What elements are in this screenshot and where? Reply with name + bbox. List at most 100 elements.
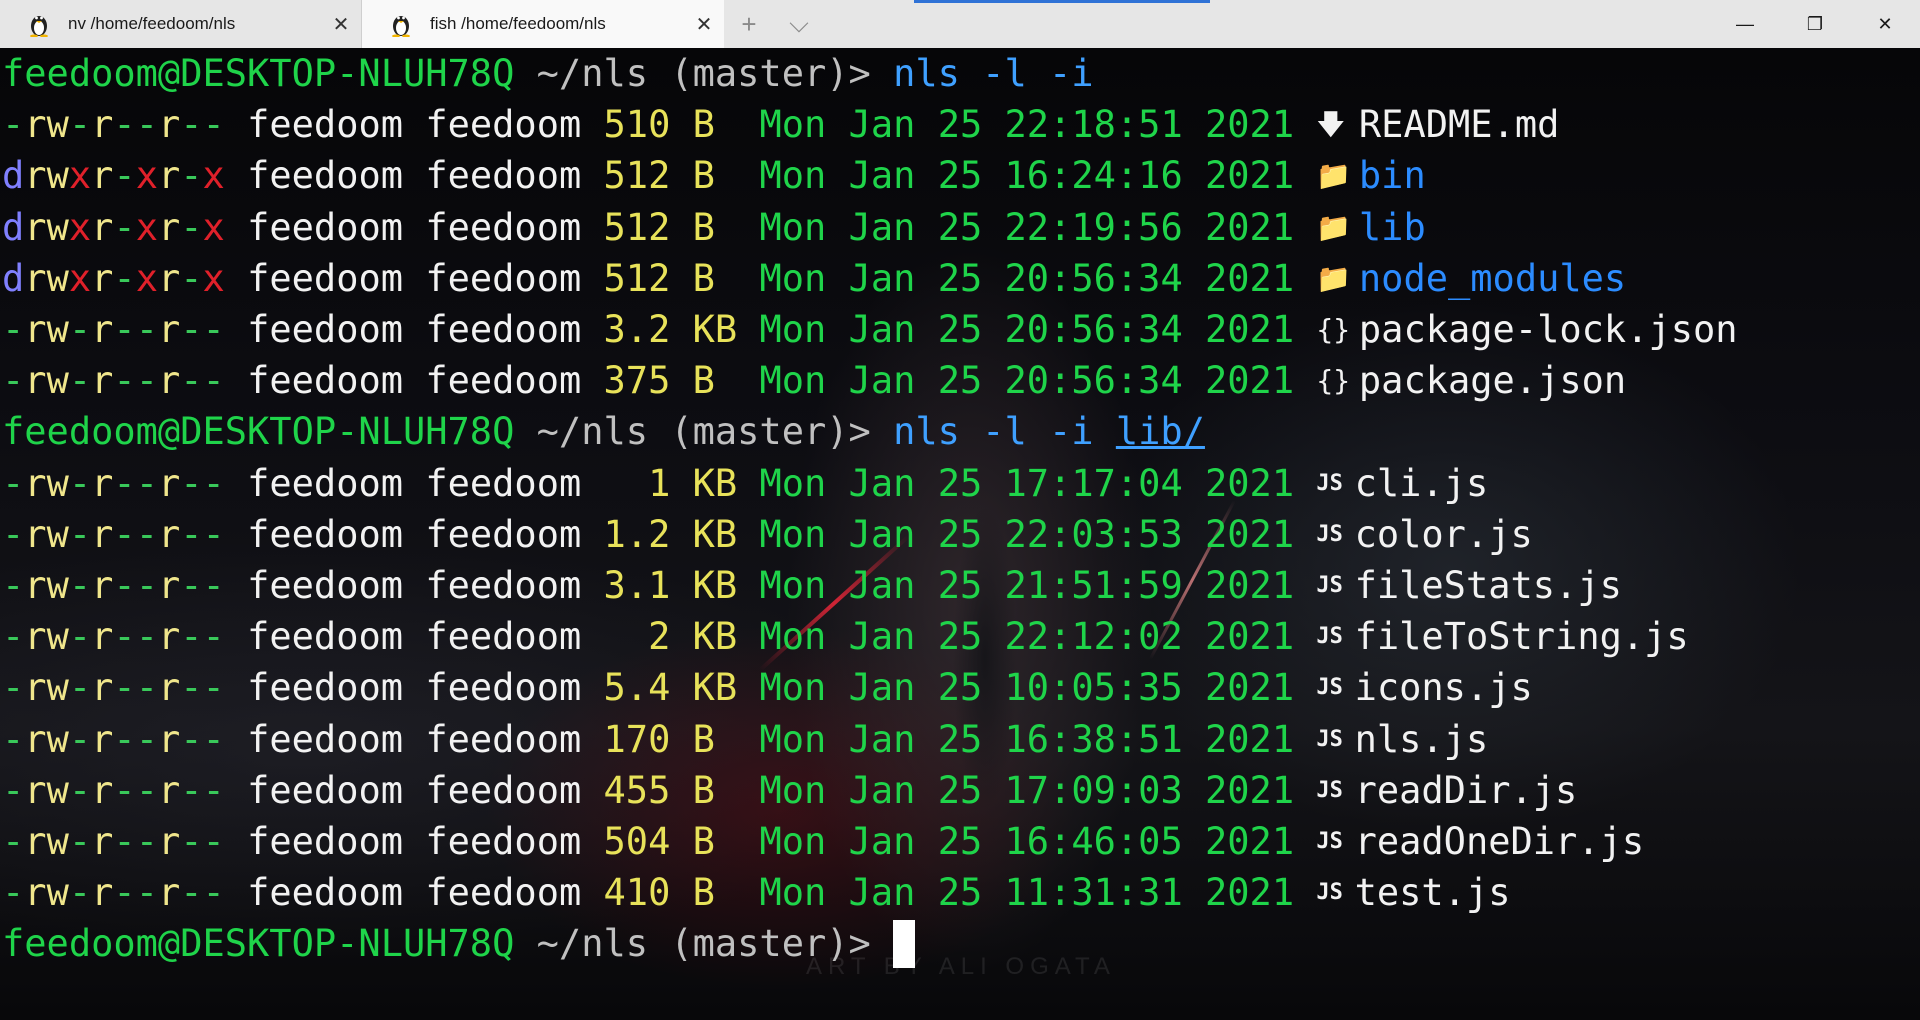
listing-row: -rw-r--r-- feedoom feedoom 3.1 KB Mon Ja… bbox=[2, 560, 1622, 611]
permissions: -rw-r--r-- bbox=[2, 103, 225, 147]
file-name: node_modules bbox=[1358, 256, 1627, 300]
modified-date: Mon Jan 25 21:51:59 2021 bbox=[759, 564, 1295, 607]
listing-row: -rw-r--r-- feedoom feedoom 1 KB Mon Jan … bbox=[2, 458, 1488, 509]
prompt-cwd: ~/nls bbox=[536, 52, 649, 95]
file-size: 1.2 bbox=[603, 512, 671, 556]
file-name: cli.js bbox=[1354, 461, 1489, 505]
close-window-button[interactable]: ✕ bbox=[1850, 0, 1920, 48]
permissions: drwxr-xr-x bbox=[2, 154, 225, 198]
close-tab-icon[interactable]: ✕ bbox=[684, 0, 724, 48]
file-name: lib bbox=[1358, 205, 1426, 249]
download-icon: 🡇 bbox=[1316, 108, 1346, 142]
modified-date: Mon Jan 25 20:56:34 2021 bbox=[759, 256, 1295, 300]
modified-date: Mon Jan 25 20:56:34 2021 bbox=[759, 308, 1295, 351]
size-unit: B bbox=[692, 359, 738, 403]
file-size: 512 bbox=[603, 256, 671, 300]
listing-row: -rw-r--r-- feedoom feedoom 410 B Mon Jan… bbox=[2, 867, 1511, 918]
group: feedoom bbox=[425, 666, 582, 710]
new-tab-button[interactable]: + bbox=[724, 0, 774, 48]
modified-date: Mon Jan 25 22:03:53 2021 bbox=[759, 512, 1295, 556]
permissions: -rw-r--r-- bbox=[2, 512, 225, 556]
permissions: -rw-r--r-- bbox=[2, 768, 225, 812]
file-name: fileStats.js bbox=[1354, 564, 1622, 607]
minimize-button[interactable]: — bbox=[1710, 0, 1780, 48]
size-unit: B bbox=[692, 768, 738, 812]
prompt-line: feedoom@DESKTOP-NLUH78Q ~/nls (master)> bbox=[2, 918, 916, 969]
size-unit: B bbox=[692, 871, 738, 915]
owner: feedoom bbox=[247, 359, 404, 403]
file-name: color.js bbox=[1354, 512, 1533, 556]
tab-fish[interactable]: fish /home/feedoom/nls ✕ bbox=[362, 0, 724, 48]
size-unit: B bbox=[692, 103, 738, 147]
file-name: bin bbox=[1358, 154, 1426, 198]
listing-row: -rw-r--r-- feedoom feedoom 2 KB Mon Jan … bbox=[2, 611, 1689, 662]
file-name: nls.js bbox=[1354, 717, 1489, 761]
file-size: 512 bbox=[603, 154, 671, 198]
chevron-down-icon[interactable]: ⌵ bbox=[774, 0, 824, 48]
size-unit: B bbox=[692, 205, 738, 249]
file-name: readOneDir.js bbox=[1354, 820, 1645, 863]
progress-strip bbox=[914, 0, 1210, 3]
tab-nv[interactable]: nv /home/feedoom/nls ✕ bbox=[0, 0, 362, 48]
group: feedoom bbox=[425, 205, 582, 249]
owner: feedoom bbox=[247, 820, 404, 863]
size-unit: KB bbox=[692, 308, 738, 351]
file-size: 5.4 bbox=[603, 666, 671, 710]
owner: feedoom bbox=[247, 154, 404, 198]
drag-region[interactable] bbox=[824, 0, 1710, 48]
group: feedoom bbox=[425, 512, 582, 556]
js-icon: JS bbox=[1316, 624, 1343, 650]
modified-date: Mon Jan 25 22:12:02 2021 bbox=[759, 615, 1295, 659]
file-size: 410 bbox=[603, 871, 671, 915]
prompt-cwd: ~/nls bbox=[536, 922, 649, 966]
group: feedoom bbox=[425, 461, 582, 505]
modified-date: Mon Jan 25 16:46:05 2021 bbox=[759, 820, 1295, 863]
listing-row: -rw-r--r-- feedoom feedoom 455 B Mon Jan… bbox=[2, 765, 1577, 816]
listing-row: -rw-r--r-- feedoom feedoom 1.2 KB Mon Ja… bbox=[2, 509, 1533, 560]
prompt-cwd: ~/nls bbox=[536, 410, 649, 454]
folder-icon: 📁 bbox=[1316, 210, 1352, 244]
size-unit: KB bbox=[692, 512, 738, 556]
permissions: drwxr-xr-x bbox=[2, 205, 225, 249]
command-text: nls -l -i bbox=[893, 52, 1094, 95]
js-icon: JS bbox=[1316, 880, 1343, 906]
owner: feedoom bbox=[247, 666, 404, 710]
terminal-window: nv /home/feedoom/nls ✕ fish /home/feedoo… bbox=[0, 0, 1920, 1020]
listing-row: -rw-r--r-- feedoom feedoom 3.2 KB Mon Ja… bbox=[2, 304, 1738, 355]
permissions: -rw-r--r-- bbox=[2, 615, 225, 659]
owner: feedoom bbox=[247, 717, 404, 761]
permissions: -rw-r--r-- bbox=[2, 871, 225, 915]
group: feedoom bbox=[425, 154, 582, 198]
close-tab-icon[interactable]: ✕ bbox=[321, 0, 361, 48]
terminal-output[interactable]: ART BY ALI OGATA feedoom@DESKTOP-NLUH78Q… bbox=[0, 48, 1920, 1020]
modified-date: Mon Jan 25 11:31:31 2021 bbox=[759, 871, 1295, 915]
file-size: 375 bbox=[603, 359, 671, 403]
title-bar: nv /home/feedoom/nls ✕ fish /home/feedoo… bbox=[0, 0, 1920, 48]
permissions: drwxr-xr-x bbox=[2, 256, 225, 300]
listing-row: -rw-r--r-- feedoom feedoom 504 B Mon Jan… bbox=[2, 816, 1644, 867]
command-arg: lib/ bbox=[1115, 410, 1205, 454]
owner: feedoom bbox=[247, 205, 404, 249]
file-size: 3.2 bbox=[603, 308, 671, 351]
text-cursor bbox=[893, 920, 916, 969]
maximize-button[interactable]: ❐ bbox=[1780, 0, 1850, 48]
group: feedoom bbox=[425, 359, 582, 403]
group: feedoom bbox=[425, 564, 582, 607]
listing-row: -rw-r--r-- feedoom feedoom 170 B Mon Jan… bbox=[2, 714, 1488, 765]
modified-date: Mon Jan 25 17:09:03 2021 bbox=[759, 768, 1295, 812]
prompt-user-host: feedoom@DESKTOP-NLUH78Q bbox=[2, 922, 515, 966]
js-icon: JS bbox=[1316, 573, 1343, 598]
permissions: -rw-r--r-- bbox=[2, 359, 225, 403]
size-unit: KB bbox=[692, 615, 738, 659]
linux-penguin-icon bbox=[30, 16, 48, 37]
modified-date: Mon Jan 25 10:05:35 2021 bbox=[759, 666, 1295, 710]
permissions: -rw-r--r-- bbox=[2, 461, 225, 505]
permissions: -rw-r--r-- bbox=[2, 717, 225, 761]
file-size: 512 bbox=[603, 205, 671, 249]
modified-date: Mon Jan 25 16:24:16 2021 bbox=[759, 154, 1295, 198]
file-size: 2 bbox=[603, 615, 671, 659]
size-unit: KB bbox=[692, 564, 738, 607]
command-text: nls -l -i bbox=[893, 410, 1094, 454]
js-icon: JS bbox=[1316, 470, 1343, 496]
prompt-line: feedoom@DESKTOP-NLUH78Q ~/nls (master)> … bbox=[2, 48, 1094, 99]
